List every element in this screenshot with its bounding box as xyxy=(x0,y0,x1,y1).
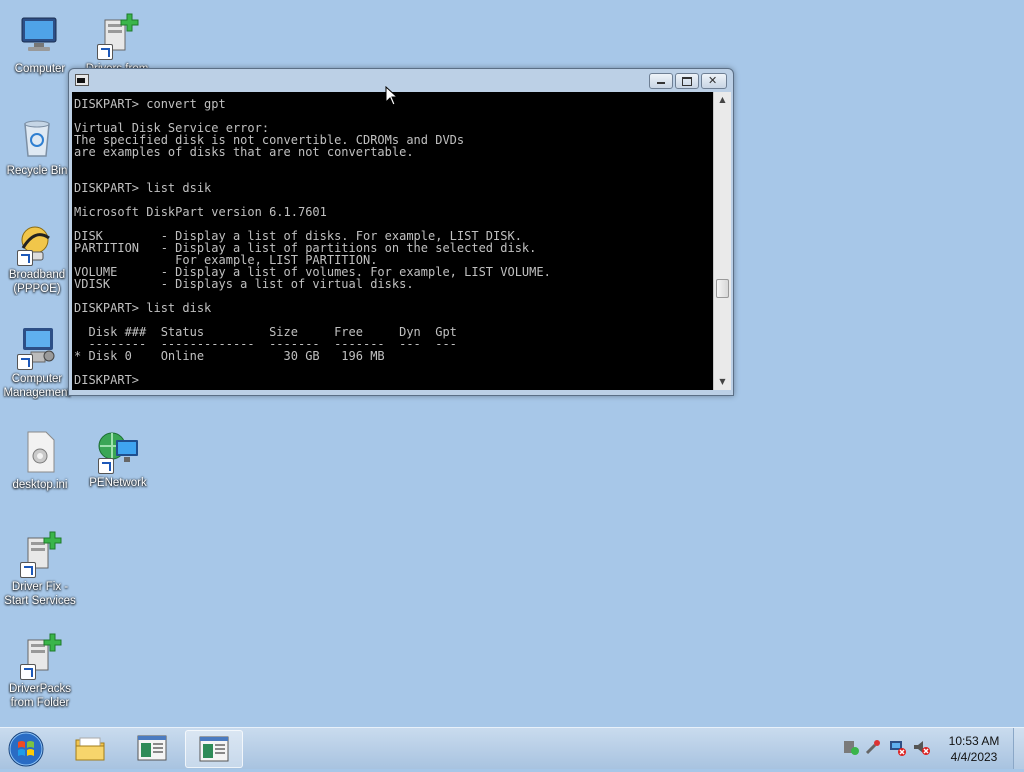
desktop-icon-label: Driver Fix - Start Services xyxy=(4,581,76,607)
taskbar: 10:53 AM 4/4/2023 xyxy=(0,727,1024,769)
clock-time: 10:53 AM xyxy=(948,734,1000,748)
console-line: DISKPART> list dsik xyxy=(74,181,212,195)
minimize-button[interactable] xyxy=(649,73,673,89)
console-window-icon xyxy=(199,736,229,762)
safely-remove-icon[interactable] xyxy=(842,738,860,756)
maximize-button[interactable] xyxy=(675,73,699,89)
desktop-icon-label: PENetwork xyxy=(89,477,147,489)
shortcut-arrow-icon xyxy=(17,354,33,370)
computer-management-icon xyxy=(13,322,61,370)
folder-icon xyxy=(75,737,105,761)
volume-muted-icon[interactable] xyxy=(912,738,930,756)
windows-logo-icon xyxy=(8,731,44,767)
desktop-icon-drivers[interactable]: Drivers from xyxy=(79,12,155,72)
broadband-icon xyxy=(13,218,61,266)
tools-icon[interactable] xyxy=(864,738,882,756)
clock-date: 4/4/2023 xyxy=(950,750,998,764)
vertical-scrollbar[interactable]: ▲ ▼ xyxy=(713,92,731,390)
console-line: DISKPART> list disk xyxy=(74,301,212,315)
window-titlebar[interactable]: ✕ xyxy=(69,69,733,91)
desktop-icon-recycle-bin[interactable]: Recycle Bin xyxy=(2,114,72,178)
maximize-icon xyxy=(682,77,692,86)
driverpacks-icon xyxy=(16,632,64,680)
show-desktop-button[interactable] xyxy=(1013,728,1024,769)
shortcut-arrow-icon xyxy=(20,562,36,578)
console-window-icon xyxy=(137,735,167,761)
desktop-icon-label: Computer Management xyxy=(3,373,71,399)
console-line: are examples of disks that are not conve… xyxy=(74,145,414,159)
taskbar-clock[interactable]: 10:53 AM 4/4/2023 xyxy=(934,733,1014,765)
drivers-shortcut-icon xyxy=(93,12,141,60)
desktop-icon-computer[interactable]: Computer xyxy=(2,12,78,76)
desktop-icon-label: Computer xyxy=(14,63,66,75)
console-window[interactable]: ✕ DISKPART> convert gpt Virtual Disk Ser… xyxy=(68,68,734,396)
shortcut-arrow-icon xyxy=(98,458,114,474)
minimize-icon xyxy=(657,82,665,84)
desktop-icon-label: desktop.ini xyxy=(12,479,68,491)
console-line: VDISK - Displays a list of virtual disks… xyxy=(74,277,414,291)
close-button[interactable]: ✕ xyxy=(701,73,727,89)
scroll-down-icon[interactable]: ▼ xyxy=(714,374,731,390)
shortcut-arrow-icon xyxy=(97,44,113,60)
close-icon: ✕ xyxy=(708,74,718,87)
console-text: DISKPART> convert gpt Virtual Disk Servi… xyxy=(72,92,713,386)
taskbar-console-button[interactable] xyxy=(185,730,243,768)
desktop-icon-desktop-ini[interactable]: desktop.ini xyxy=(2,428,78,492)
desktop-icon-penetwork[interactable]: PENetwork xyxy=(80,426,156,490)
console-line: Microsoft DiskPart version 6.1.7601 xyxy=(74,205,327,219)
desktop-icon-driverpacks[interactable]: DriverPacks from Folder xyxy=(2,632,78,710)
network-icon xyxy=(94,426,142,474)
shortcut-arrow-icon xyxy=(20,664,36,680)
recycle-bin-icon xyxy=(13,114,61,162)
taskbar-window-button[interactable] xyxy=(124,730,180,766)
desktop-icon-broadband[interactable]: Broadband (PPPOE) xyxy=(2,218,72,296)
network-status-icon[interactable] xyxy=(888,738,906,756)
shortcut-arrow-icon xyxy=(17,250,33,266)
ini-file-icon xyxy=(16,428,64,476)
console-line: DISKPART> xyxy=(74,373,147,387)
scroll-up-icon[interactable]: ▲ xyxy=(714,92,731,108)
mouse-cursor-icon xyxy=(385,86,399,106)
desktop-icon-label: DriverPacks from Folder xyxy=(9,683,71,709)
console-output[interactable]: DISKPART> convert gpt Virtual Disk Servi… xyxy=(72,92,713,390)
desktop-icon-driver-fix[interactable]: Driver Fix - Start Services xyxy=(2,530,78,608)
start-button[interactable] xyxy=(6,730,46,768)
desktop-icon-label: Broadband (PPPOE) xyxy=(8,269,66,295)
computer-icon xyxy=(16,12,64,60)
desktop-icon-label: Recycle Bin xyxy=(6,165,68,177)
scrollbar-thumb[interactable] xyxy=(716,279,729,298)
console-line: DISKPART> convert gpt xyxy=(74,97,226,111)
console-line: * Disk 0 Online 30 GB 196 MB xyxy=(74,349,385,363)
desktop-icon-computer-management[interactable]: Computer Management xyxy=(2,322,72,400)
driver-fix-icon xyxy=(16,530,64,578)
console-app-icon xyxy=(75,74,89,86)
taskbar-explorer-button[interactable] xyxy=(62,730,118,766)
